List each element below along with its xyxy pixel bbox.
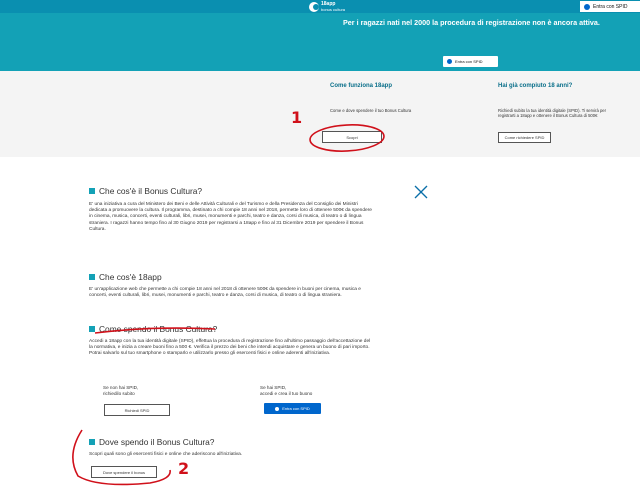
app-logo[interactable]: 18app bonus cultura	[309, 1, 345, 12]
logo-subtext: bonus cultura	[321, 6, 346, 12]
annotation-number-1: 1	[291, 108, 303, 127]
age-question-text: Richiedi subito la tua identità digitale…	[498, 108, 606, 119]
user-icon	[275, 406, 280, 411]
section-body: E' una iniziativa a cura del Ministero d…	[89, 202, 372, 232]
banner-spid-label: Entra con SPID	[455, 59, 483, 64]
registration-banner: Per i ragazzi nati nel 2000 la procedura…	[0, 13, 640, 76]
close-icon[interactable]	[414, 185, 428, 199]
request-spid-button[interactable]: Come richiedere SPID	[498, 132, 551, 143]
age-question-title: Hai già compiuto 18 anni?	[498, 83, 573, 89]
section-square-icon	[89, 188, 95, 194]
section-18app-header: Che cos'è 18app	[89, 272, 162, 282]
section-where-header: Dove spendo il Bonus Cultura?	[89, 437, 214, 447]
how-it-works-text: Come e dove spendere il tuo Bonus Cultur…	[330, 108, 412, 113]
header-spid-label: Entra con SPID	[593, 3, 628, 10]
discover-button[interactable]: Scopri	[322, 131, 382, 143]
section-title: Che cos'è 18app	[99, 272, 162, 282]
annotation-number-2: 2	[178, 459, 190, 478]
section-square-icon	[89, 326, 95, 332]
user-icon	[584, 3, 590, 10]
section-body: Scopri quali sono gli esercenti fisici e…	[89, 452, 243, 457]
section-title: Che cos'è il Bonus Cultura?	[99, 186, 203, 196]
section-square-icon	[89, 439, 95, 445]
logo-icon	[309, 1, 319, 12]
user-icon	[447, 59, 452, 64]
info-cards: Come funziona 18app Come e dove spendere…	[0, 71, 640, 157]
banner-message: Per i ragazzi nati nel 2000 la procedura…	[343, 18, 600, 27]
header-spid-login-button[interactable]: Entra con SPID	[580, 1, 640, 12]
request-spid-modal-button[interactable]: Richiedi SPID	[104, 404, 170, 416]
section-title: Come spendo il Bonus Cultura?	[99, 324, 218, 334]
section-body: Accedi a 18app con la tua identità digit…	[89, 339, 371, 357]
section-bonus-header: Che cos'è il Bonus Cultura?	[89, 186, 202, 196]
top-header: 18app bonus cultura Entra con SPID	[0, 0, 640, 13]
banner-spid-button[interactable]: Entra con SPID	[443, 56, 498, 67]
spid-login-modal-button[interactable]: Entra con SPID	[264, 403, 321, 414]
no-spid-text: Se non hai SPID, richiedilo subito	[103, 385, 139, 396]
section-square-icon	[89, 274, 95, 280]
where-to-spend-button[interactable]: Dove spendere il bonus	[91, 466, 157, 478]
how-it-works-title: Come funziona 18app	[330, 83, 393, 89]
section-body: E' un'applicazione web che permette a ch…	[89, 287, 361, 299]
section-spend-header: Come spendo il Bonus Cultura?	[89, 324, 217, 334]
section-title: Dove spendo il Bonus Cultura?	[99, 437, 215, 447]
has-spid-text: Se hai SPID, accedi e crea il tuo buono	[260, 385, 313, 396]
